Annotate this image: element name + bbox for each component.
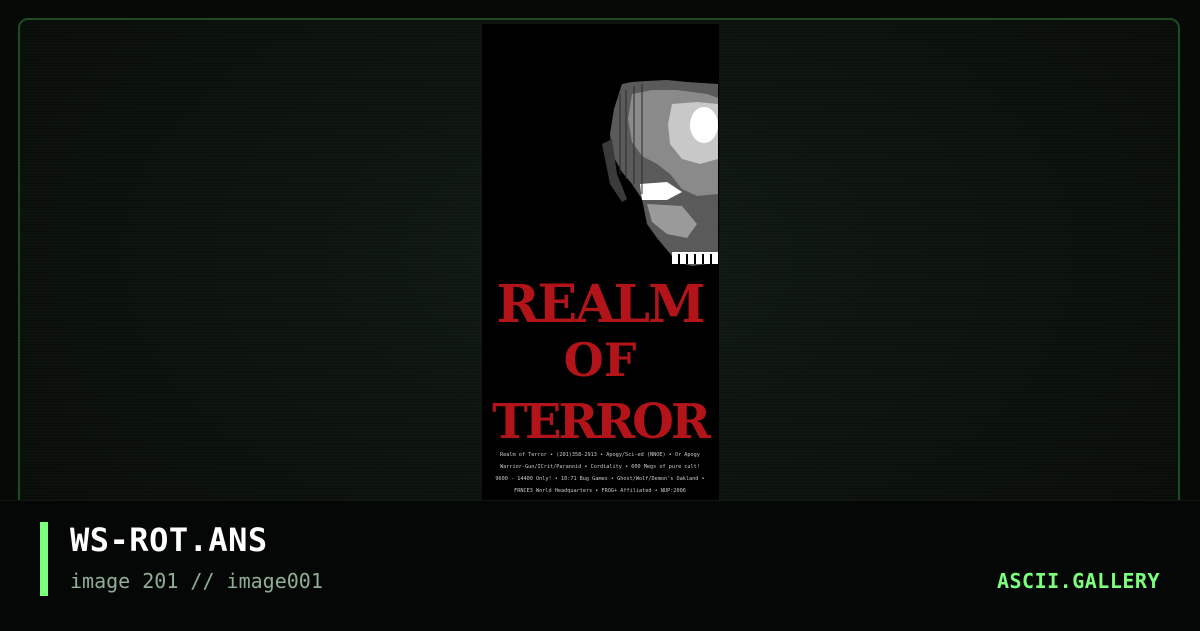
caption-bar: WS-ROT.ANS image 201 // image001 ASCII.G… xyxy=(0,500,1200,631)
logo-word-realm: REALM xyxy=(496,274,704,335)
site-brand[interactable]: ASCII.GALLERY xyxy=(997,569,1160,593)
accent-bar xyxy=(40,522,48,596)
info-line: FRNCE3 World Headquarters • FROG+ Affili… xyxy=(514,488,686,494)
artwork-info-text: Realm of Terror • (201)358-2913 • Apogy/… xyxy=(495,452,704,494)
logo-word-of: OF xyxy=(564,333,637,387)
realm-of-terror-logo: REALM OF TERROR xyxy=(492,274,715,450)
artwork-title: WS-ROT.ANS xyxy=(70,521,268,559)
info-line: Realm of Terror • (201)358-2913 • Apogy/… xyxy=(500,452,700,458)
logo-word-terror: TERROR xyxy=(492,394,712,450)
skull-graphic xyxy=(602,80,718,266)
artwork-svg: REALM OF TERROR Realm of Terror • (201)3… xyxy=(492,80,718,494)
ansi-artwork: REALM OF TERROR Realm of Terror • (201)3… xyxy=(482,24,719,500)
info-line: Warrior-Gun/ICrit/Paranoid • Cordiality … xyxy=(500,464,700,470)
artwork-subtitle: image 201 // image001 xyxy=(70,569,323,593)
info-line: 9600 - 14400 Only! • 10:71 Bug Games • G… xyxy=(495,476,704,482)
